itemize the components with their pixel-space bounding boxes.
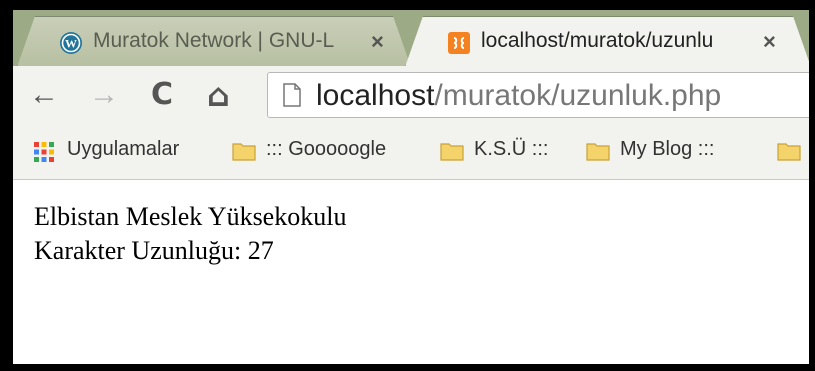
folder-icon	[440, 143, 464, 161]
tab-localhost-uzunluk[interactable]: localhost/muratok/uzunlu ×	[405, 16, 809, 66]
bookmark-label: My Blog :::	[620, 138, 715, 160]
url-text: localhost/muratok/uzunluk.php	[316, 79, 721, 113]
tab-muratok-network[interactable]: W Muratok Network | GNU-L ×	[17, 16, 409, 66]
page-content: Elbistan Meslek Yüksekokulu Karakter Uzu…	[13, 180, 809, 364]
back-button[interactable]: ←	[29, 78, 59, 112]
xampp-icon	[448, 32, 470, 54]
url-path: /muratok/uzunluk.php	[434, 79, 722, 112]
home-button[interactable]: ⌂	[207, 78, 230, 112]
reload-button[interactable]: C	[151, 78, 173, 112]
bookmarks-bar: Uygulamalar ::: Gooooogle K.S.Ü ::: My B…	[13, 126, 809, 180]
browser-window: W Muratok Network | GNU-L × localhost/mu…	[13, 10, 809, 364]
url-host: localhost	[316, 79, 435, 112]
svg-text:W: W	[65, 37, 77, 51]
bookmark-label: ::: Gooooogle	[266, 138, 387, 160]
bookmark-label: K.S.Ü :::	[474, 138, 549, 160]
navigation-toolbar: ← → C ⌂ localhost/muratok/uzunluk.php	[13, 66, 809, 126]
tab-title: Muratok Network | GNU-L	[93, 29, 335, 52]
folder-icon	[777, 143, 801, 161]
wordpress-icon: W	[60, 32, 82, 54]
tab-strip: W Muratok Network | GNU-L × localhost/mu…	[13, 10, 809, 66]
apps-grid-icon	[34, 142, 54, 162]
forward-button[interactable]: →	[89, 78, 119, 112]
address-bar[interactable]: localhost/muratok/uzunluk.php	[267, 72, 809, 118]
tab-title: localhost/muratok/uzunlu	[481, 29, 714, 52]
folder-icon	[586, 143, 610, 161]
tab-close-icon[interactable]: ×	[371, 29, 384, 55]
school-name-text: Elbistan Meslek Yüksekokulu	[34, 202, 347, 231]
tab-close-icon[interactable]: ×	[763, 29, 776, 55]
screenshot-frame: W Muratok Network | GNU-L × localhost/mu…	[0, 0, 815, 371]
character-length-text: Karakter Uzunluğu: 27	[34, 236, 274, 265]
page-icon	[283, 83, 301, 107]
bookmark-label: Uygulamalar	[67, 138, 180, 160]
folder-icon	[232, 143, 256, 161]
